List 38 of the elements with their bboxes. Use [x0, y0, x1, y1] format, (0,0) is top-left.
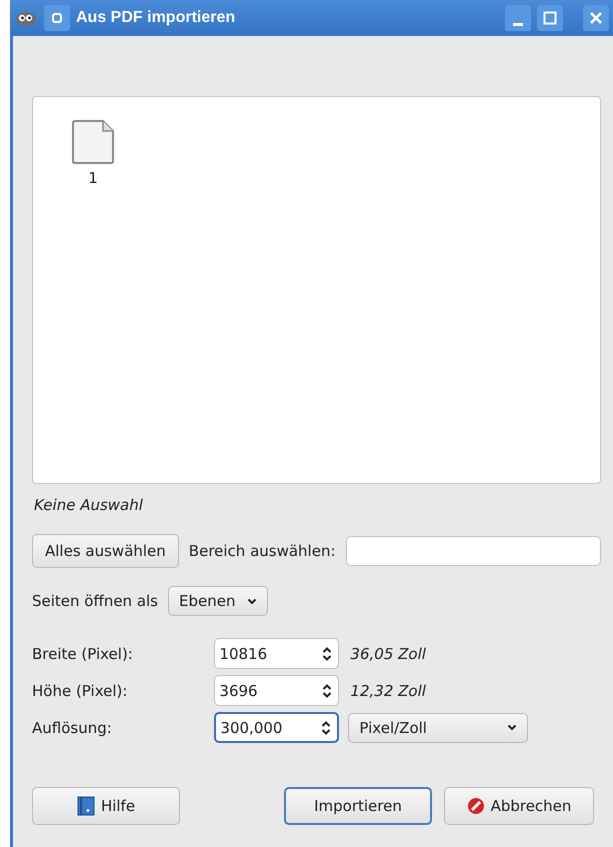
help-button[interactable]: Hilfe: [32, 787, 180, 825]
cancel-icon: [466, 797, 485, 815]
spin-arrows-icon: [322, 684, 332, 698]
select-all-button[interactable]: Alles auswählen: [32, 534, 179, 568]
window-title: Aus PDF importieren: [76, 9, 236, 27]
inch-value: 12,32 Zoll: [350, 682, 426, 700]
help-book-icon: [76, 796, 95, 816]
open-as-dropdown[interactable]: Ebenen: [168, 586, 268, 616]
spin-field[interactable]: 3696: [214, 675, 340, 706]
spin-arrows-icon: [322, 646, 332, 660]
window-menu-button[interactable]: [44, 5, 70, 31]
cancel-button[interactable]: Abbrechen: [444, 787, 594, 825]
page-thumbnail[interactable]: 1: [69, 117, 117, 189]
window-menu-icon: [51, 12, 63, 24]
maximize-button[interactable]: [537, 5, 563, 31]
size-label: Auflösung:: [32, 718, 112, 736]
selection-status: Keine Auswahl: [34, 496, 144, 514]
spin-field[interactable]: 300,000: [214, 712, 340, 743]
page-number: 1: [88, 169, 98, 187]
spin-arrows-icon: [321, 720, 332, 734]
size-label: Breite (Pixel):: [32, 644, 133, 662]
close-button[interactable]: [583, 5, 609, 31]
range-label: Bereich auswählen:: [188, 542, 336, 560]
maximize-icon: [543, 11, 557, 25]
minimize-icon: [513, 22, 523, 26]
caret-icon: [507, 724, 518, 731]
minimize-button[interactable]: [505, 5, 531, 31]
spin-field[interactable]: 10816: [214, 638, 340, 669]
page-icon: [71, 119, 115, 165]
import-button[interactable]: Importieren: [284, 787, 432, 825]
caret-icon: [247, 598, 258, 604]
range-field[interactable]: [346, 536, 601, 566]
size-label: Höhe (Pixel):: [32, 682, 128, 700]
close-icon: [589, 11, 603, 25]
inch-value: 36,05 Zoll: [350, 644, 426, 662]
open-as-label: Seiten öffnen als: [32, 592, 158, 610]
unit-dropdown[interactable]: Pixel/Zoll: [348, 712, 528, 742]
mascot-icon: [14, 9, 38, 27]
